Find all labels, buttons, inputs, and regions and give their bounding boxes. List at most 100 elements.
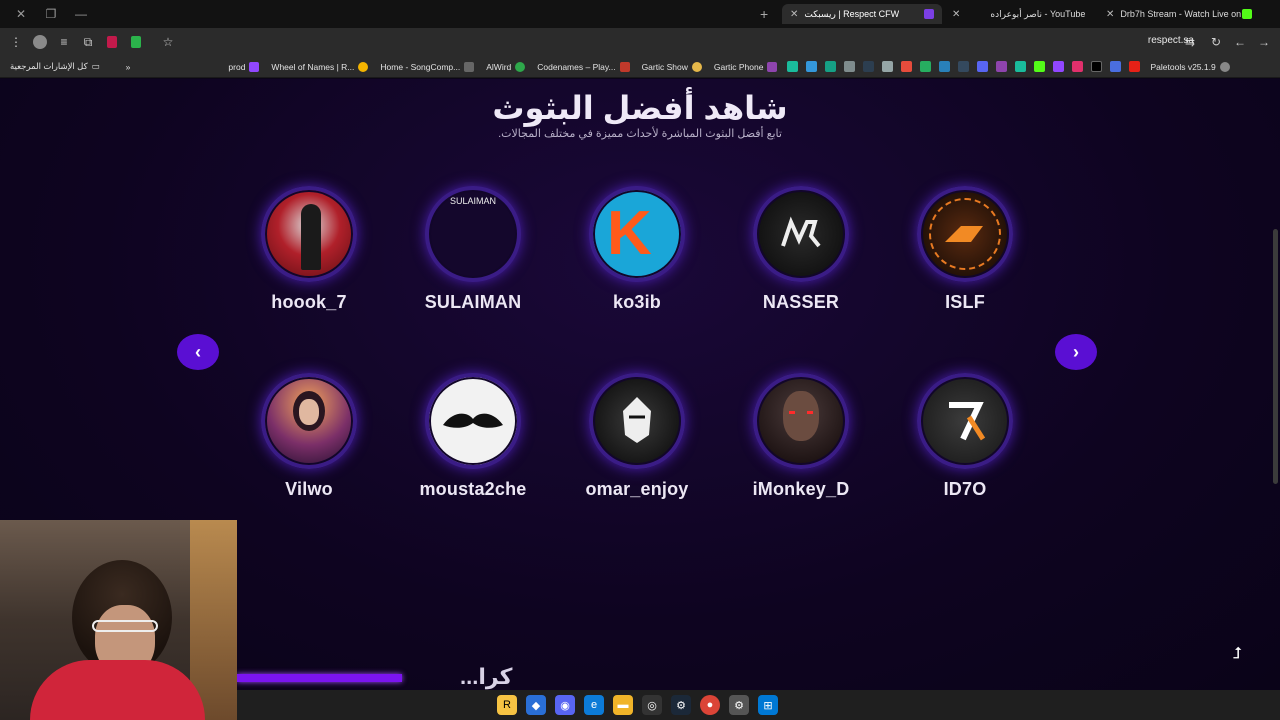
close-window-icon[interactable]: ✕ [6,7,36,21]
x-icon[interactable] [1091,61,1103,72]
youtube-icon[interactable] [1129,61,1141,72]
folder-icon[interactable]: ▬ [613,695,633,715]
obs-icon[interactable]: ◎ [642,695,662,715]
bookmark-label: Home - SongComp... [380,61,461,72]
tab-respect[interactable]: ✕ ريسبكت | Respect CFW [782,4,942,24]
discord-icon[interactable] [977,61,989,72]
bookmark-icon[interactable] [1110,61,1122,72]
bookmark-label: Gartic Phone [713,61,764,72]
streamer-card[interactable]: ISLF [895,186,1035,313]
twitch-icon[interactable] [1053,61,1065,72]
bookmark-icon[interactable] [882,61,894,72]
tab-title: ناصر أبوعراده - YouTube [990,8,1086,19]
twitch-icon [249,61,260,72]
streamer-card[interactable]: omar_enjoy [567,373,707,500]
bookmark-songcomp[interactable]: Home - SongComp... [380,61,475,72]
streamer-card[interactable]: SULAIMAN SULAIMAN [403,186,543,313]
bookmark-gartic-phone[interactable]: Gartic Phone [713,61,778,72]
avatar [917,186,1013,282]
wheel-icon [358,61,369,72]
address-bar[interactable]: respect.sa [1148,35,1194,46]
codenames-icon [619,61,630,72]
bookmark-star-icon[interactable]: ☆ [156,32,180,52]
tab-kick[interactable]: ✕ Drb7h Stream - Watch Live on [1098,4,1256,24]
chrome-icon[interactable]: ● [700,695,720,715]
new-tab-button[interactable]: + [760,6,768,22]
maximize-window-icon[interactable]: ❐ [36,7,66,21]
webcam-glasses [92,620,158,632]
bookmark-icon[interactable] [806,61,818,72]
close-tab-icon[interactable]: ✕ [1106,9,1114,20]
partial-section-heading: كرا... [460,664,513,689]
section-title: شاهد أفضل البثوث [492,90,788,126]
instagram-icon[interactable] [1072,61,1084,72]
discord-icon[interactable]: ◉ [555,695,575,715]
bookmark-icon[interactable] [1015,61,1027,72]
webcam-overlay [0,520,237,720]
bookmark-codenames[interactable]: Codenames – Play... [537,61,630,72]
reload-icon[interactable]: ↻ [1204,32,1228,52]
page-scrollbar[interactable] [1273,229,1278,484]
bookmark-wheel-of-names[interactable]: Wheel of Names | R... [271,61,369,72]
avatar [589,373,685,469]
edge-icon[interactable]: e [584,695,604,715]
bookmark-label: Wheel of Names | R... [271,61,355,72]
streamer-card[interactable]: ID7O [895,373,1035,500]
streamer-card[interactable]: K ko3ib [567,186,707,313]
bookmark-icon[interactable] [996,61,1008,72]
bookmarks-folder-label: كل الإشارات المرجعية [10,61,88,71]
bookmark-icon[interactable] [901,61,913,72]
back-icon[interactable]: → [1252,32,1276,52]
alwird-icon [515,61,526,72]
streamer-name: iMonkey_D [752,479,850,499]
browser-toolbar: ⋮ ≡ ⧉ ☆ ⇆ ↻ ← → [0,28,1280,56]
steam-icon[interactable]: ⚙ [671,695,691,715]
close-tab-icon[interactable]: ✕ [790,9,798,20]
streamer-name: ko3ib [612,292,661,312]
extensions-icon[interactable]: ⧉ [76,32,100,52]
bookmarks-folder[interactable]: كل الإشارات المرجعية ▭ [10,61,100,72]
tab-youtube[interactable]: ✕ ناصر أبوعراده - YouTube [944,4,1096,24]
bookmark-label: Gartic Show [641,61,688,72]
nasser-logo-icon [781,216,821,248]
media-control-icon[interactable]: ≡ [52,32,76,52]
bookmark-icon[interactable] [787,61,799,72]
bookmark-icon[interactable] [825,61,837,72]
streamer-card[interactable]: iMonkey_D [731,373,871,500]
bookmark-icon[interactable] [920,61,932,72]
kick-icon[interactable] [1034,61,1046,72]
bookmark-icon[interactable] [863,61,875,72]
profile-icon[interactable] [28,32,52,52]
more-bookmarks-icon[interactable]: » [126,62,131,72]
streamer-card[interactable]: NASSER [731,186,871,313]
rockstar-icon[interactable]: R [497,695,517,715]
streamer-card[interactable]: mousta2che [403,373,543,500]
windows-icon[interactable]: ⊞ [758,695,778,715]
paletools-icon [1219,61,1230,72]
id7o-logo-icon [949,402,986,441]
bookmark-icon[interactable] [844,61,856,72]
close-tab-icon[interactable]: ✕ [952,9,960,20]
settings-icon[interactable]: ⚙ [729,695,749,715]
streamer-card[interactable]: Vilwo [239,373,379,500]
ublock-icon[interactable] [100,32,124,52]
forward-icon[interactable]: ← [1228,32,1252,52]
streamer-name: mousta2che [419,479,527,499]
bookmark-prod[interactable]: prod [228,61,260,72]
carousel-prev-button[interactable]: ‹ [177,334,219,370]
minimize-window-icon[interactable]: — [66,7,96,21]
bookmark-paletools[interactable]: Paletools v25.1.9 [1150,61,1230,72]
bookmark-alwird[interactable]: AlWird [486,61,526,72]
shield-icon[interactable] [124,32,148,52]
scroll-to-top-button[interactable]: ⮥ [1233,645,1242,663]
menu-icon[interactable]: ⋮ [4,32,28,52]
bookmark-gartic-show[interactable]: Gartic Show [641,61,702,72]
streamer-card[interactable]: hoook_7 [239,186,379,313]
carousel-next-button[interactable]: › [1055,334,1097,370]
window-controls: ✕ ❐ — [0,7,96,21]
app-icon[interactable]: ◆ [526,695,546,715]
bookmark-icon[interactable] [939,61,951,72]
section-subtitle: تابع أفضل البثوث المباشرة لأحداث مميزة ف… [498,128,782,140]
bookmark-icon[interactable] [958,61,970,72]
avatar [917,373,1013,469]
